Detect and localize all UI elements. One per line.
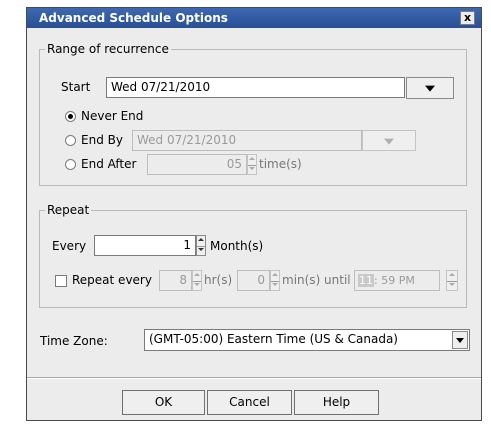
close-icon: x: [463, 11, 472, 24]
minute-interval-spinner[interactable]: [270, 270, 280, 291]
title-bar[interactable]: Advanced Schedule Options x: [27, 8, 481, 28]
hour-interval-spinner[interactable]: [192, 270, 202, 291]
advanced-schedule-dialog: Advanced Schedule Options x Range of rec…: [26, 7, 482, 421]
end-after-count-field[interactable]: 05: [147, 154, 247, 175]
until-time-field[interactable]: 11: 59 PM: [354, 270, 440, 291]
range-of-recurrence-group: Range of recurrence Start Wed 07/21/2010…: [39, 42, 467, 186]
until-time-rest: : 59 PM: [374, 274, 415, 287]
end-by-dropdown-button[interactable]: [362, 130, 416, 151]
spin-down-icon: [272, 282, 278, 286]
dialog-title: Advanced Schedule Options: [39, 11, 228, 25]
radio-selected-dot: [68, 114, 73, 119]
footer-separator: [27, 377, 481, 379]
spin-down-icon: [194, 282, 200, 286]
end-after-radio[interactable]: [65, 159, 76, 170]
until-hour-segment: 11: [358, 274, 374, 287]
repeat-group: Repeat Every 1 Month(s) Repeat every 8 h…: [39, 203, 467, 308]
time-zone-select[interactable]: (GMT-05:00) Eastern Time (US & Canada): [144, 329, 470, 351]
end-by-radio[interactable]: [65, 135, 76, 146]
chevron-down-icon: [425, 85, 435, 92]
repeat-label: Repeat: [45, 203, 92, 217]
time-zone-dropdown-button[interactable]: [452, 331, 468, 349]
start-label: Start: [61, 80, 91, 94]
repeat-every-label[interactable]: Repeat every: [72, 273, 152, 287]
chevron-down-icon: [456, 338, 464, 343]
end-after-unit-label: time(s): [259, 157, 302, 171]
minute-interval-field[interactable]: 0: [237, 270, 270, 291]
spin-down-icon: [198, 247, 204, 251]
chevron-down-icon: [384, 138, 394, 145]
spin-up-icon: [198, 238, 204, 241]
spin-down-icon: [249, 166, 255, 170]
cancel-button[interactable]: Cancel: [207, 390, 292, 415]
minute-unit-label: min(s) until: [282, 273, 351, 287]
spin-up-icon: [194, 273, 200, 276]
every-count-field[interactable]: 1: [94, 235, 196, 256]
end-by-label[interactable]: End By: [81, 133, 123, 147]
spin-down-icon: [449, 282, 455, 286]
repeat-every-checkbox[interactable]: [55, 275, 67, 287]
every-label: Every: [52, 239, 87, 253]
end-after-label[interactable]: End After: [81, 157, 136, 171]
every-unit-label: Month(s): [210, 239, 264, 253]
close-button[interactable]: x: [460, 11, 475, 25]
range-of-recurrence-label: Range of recurrence: [45, 42, 171, 56]
never-end-radio[interactable]: [65, 111, 76, 122]
never-end-label[interactable]: Never End: [81, 109, 143, 123]
every-count-spinner[interactable]: [196, 235, 206, 256]
start-date-dropdown-button[interactable]: [406, 77, 454, 99]
ok-button[interactable]: OK: [122, 390, 205, 415]
end-after-spinner[interactable]: [247, 154, 257, 175]
spin-up-icon: [449, 273, 455, 276]
time-zone-label: Time Zone:: [40, 334, 108, 348]
hour-unit-label: hr(s): [204, 273, 233, 287]
end-by-date-field[interactable]: Wed 07/21/2010: [132, 130, 362, 151]
start-date-field[interactable]: Wed 07/21/2010: [106, 77, 405, 98]
spin-up-icon: [249, 157, 255, 160]
hour-interval-field[interactable]: 8: [159, 270, 192, 291]
help-button[interactable]: Help: [294, 390, 379, 415]
until-time-spinner[interactable]: [446, 270, 458, 291]
spin-up-icon: [272, 273, 278, 276]
